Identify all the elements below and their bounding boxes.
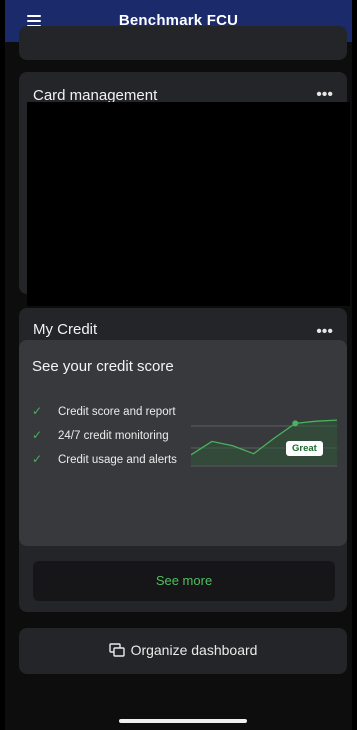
see-more-button[interactable]: See more — [33, 561, 335, 601]
feature-label: 24/7 credit monitoring — [58, 430, 169, 442]
home-indicator[interactable] — [119, 719, 247, 723]
credit-trend-chart — [191, 419, 337, 467]
organize-dashboard-content: Organize dashboard — [19, 642, 347, 658]
credit-panel-heading: See your credit score — [32, 358, 174, 375]
feature-item: ✓ 24/7 credit monitoring — [32, 428, 169, 444]
feature-label: Credit score and report — [58, 406, 176, 418]
card-management-more-button[interactable]: ••• — [316, 87, 333, 103]
redacted-region — [27, 102, 350, 306]
check-icon: ✓ — [32, 452, 43, 466]
organize-dashboard-button[interactable]: Organize dashboard — [19, 628, 347, 674]
score-badge: Great — [286, 441, 323, 456]
my-credit-card: My Credit ••• See your credit score ✓ Cre… — [19, 308, 347, 612]
check-icon: ✓ — [32, 404, 43, 418]
organize-dashboard-label: Organize dashboard — [130, 642, 258, 658]
cards-stack-icon — [108, 643, 125, 657]
credit-score-panel[interactable]: See your credit score ✓ Credit score and … — [19, 340, 347, 546]
feature-item: ✓ Credit score and report — [32, 404, 176, 420]
check-icon: ✓ — [32, 428, 43, 442]
previous-card — [19, 26, 347, 60]
my-credit-title: My Credit — [33, 321, 98, 338]
feature-label: Credit usage and alerts — [58, 454, 177, 466]
phone-screen: Benchmark FCU Card management ••• My Cre… — [5, 0, 352, 730]
feature-item: ✓ Credit usage and alerts — [32, 452, 177, 468]
chart-highlight-point — [292, 420, 299, 427]
my-credit-more-button[interactable]: ••• — [316, 324, 333, 340]
